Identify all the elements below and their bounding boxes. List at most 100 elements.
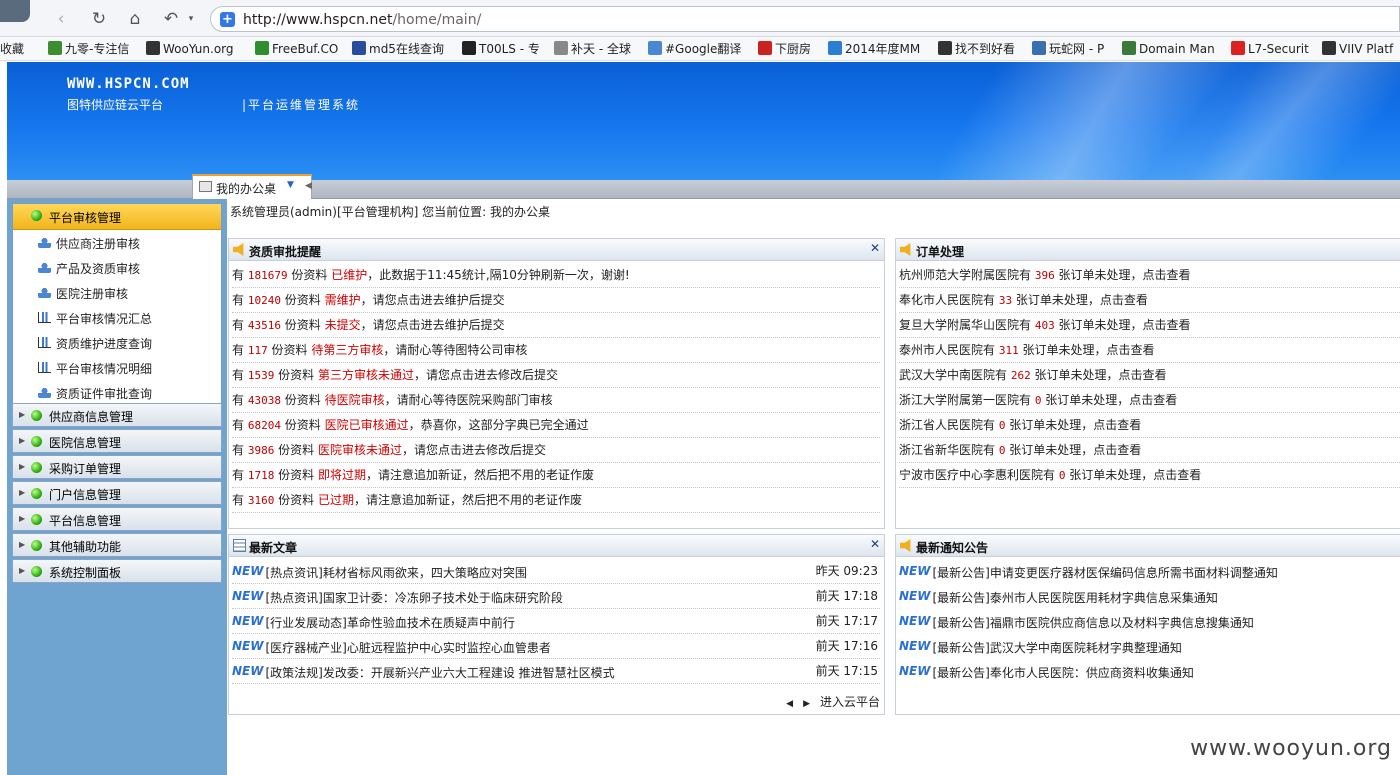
qualification-row[interactable]: 有 68204 份资料 医院已审核通过，恭喜你，这部分字典已完全通过 — [232, 413, 880, 438]
qualification-row[interactable]: 有 117 份资料 待第三方审核，请耐心等待图特公司审核 — [232, 338, 880, 363]
qualification-row[interactable]: 有 10240 份资料 需维护，请您点击进去维护后提交 — [232, 288, 880, 313]
sidebar-group[interactable]: ▶ 采购订单管理 — [12, 455, 222, 479]
order-tail: 张订单未处理，点击查看 — [1054, 318, 1191, 332]
article-panel: 最新文章 ✕ NEW [热点资讯]耗材省标风雨欲来，四大策略应对突围 昨天 09:2… — [228, 534, 885, 715]
sidebar-group[interactable]: ▶ 门户信息管理 — [12, 481, 222, 505]
bookmark-item[interactable]: 下厨房 — [758, 40, 811, 58]
prev-icon[interactable]: ◀ — [786, 699, 793, 709]
bookmark-item[interactable]: md5在线查询 — [352, 40, 444, 58]
notice-row[interactable]: NEW [最新公告]申请变更医疗器材医保编码信息所需书面材料调整通知 — [899, 559, 1400, 584]
tab-dropdown-icon[interactable]: ▼ — [287, 180, 294, 190]
row-status-link[interactable]: 医院审核未通过 — [318, 443, 402, 457]
hospital-name: 浙江省人民医院有 — [899, 418, 999, 432]
address-bar[interactable]: + http://www.hspcn.net/home/main/ — [210, 6, 1400, 32]
order-row[interactable]: 奉化市人民医院有 33 张订单未处理，点击查看 — [899, 288, 1400, 313]
notice-title-link[interactable]: [最新公告]福鼎市医院供应商信息以及材料字典信息搜集通知 — [932, 616, 1253, 630]
home-icon[interactable]: ⌂ — [124, 8, 146, 30]
notice-title-link[interactable]: [最新公告]申请变更医疗器材医保编码信息所需书面材料调整通知 — [932, 566, 1277, 580]
browser-tab-stub[interactable] — [0, 0, 30, 22]
bookmark-item[interactable]: T00LS - 专 — [462, 40, 540, 58]
order-row[interactable]: 浙江大学附属第一医院有 0 张订单未处理，点击查看 — [899, 388, 1400, 413]
bookmark-item[interactable]: 九零-专注信 — [48, 40, 129, 58]
row-tail: ，请您点击进去修改后提交 — [413, 368, 558, 382]
notice-row[interactable]: NEW [最新公告]福鼎市医院供应商信息以及材料字典信息搜集通知 — [899, 609, 1400, 634]
bookmark-item[interactable]: 补天 - 全球 — [554, 40, 631, 58]
article-title-link[interactable]: [医疗器械产业]心脏远程监护中心实时监控心血管患者 — [265, 641, 550, 655]
bookmark-item[interactable]: #Google翻译 — [648, 40, 741, 58]
sidebar-group[interactable]: ▶ 其他辅助功能 — [12, 533, 222, 557]
order-row[interactable]: 浙江省人民医院有 0 张订单未处理，点击查看 — [899, 413, 1400, 438]
sidebar-group[interactable]: ▶ 系统控制面板 — [12, 559, 222, 583]
bookmark-item[interactable]: VIIV Platf — [1322, 40, 1393, 58]
close-icon[interactable]: ✕ — [870, 241, 880, 255]
article-row[interactable]: NEW [医疗器械产业]心脏远程监护中心实时监控心血管患者 前天 17:16 — [232, 634, 880, 659]
row-status-link[interactable]: 待医院审核 — [325, 393, 385, 407]
qualification-row[interactable]: 有 1539 份资料 第三方审核未通过，请您点击进去修改后提交 — [232, 363, 880, 388]
sidebar-item[interactable]: 医院注册审核 — [13, 280, 221, 305]
tab-my-desk[interactable]: 我的办公桌 ▼ ◀ — [192, 174, 312, 199]
sidebar-item[interactable]: 供应商注册审核 — [13, 230, 221, 255]
sidebar-group[interactable]: ▶ 供应商信息管理 — [12, 403, 222, 427]
article-title-link[interactable]: [行业发展动态]革命性验血技术在质疑声中前行 — [265, 616, 514, 630]
bookmark-item[interactable]: FreeBuf.CO — [255, 40, 338, 58]
sidebar-group-audit[interactable]: 平台审核管理 — [13, 204, 221, 230]
notice-title-link[interactable]: [最新公告]奉化市人民医院：供应商资料收集通知 — [932, 666, 1193, 680]
bookmark-item[interactable]: 收藏 — [0, 40, 24, 58]
row-status-link[interactable]: 已维护 — [331, 268, 367, 282]
close-icon[interactable]: ✕ — [870, 537, 880, 551]
sidebar-item[interactable]: 资质证件审批查询 — [13, 380, 221, 405]
tab-scroll-left-icon[interactable]: ◀ — [305, 181, 312, 191]
order-row[interactable]: 复旦大学附属华山医院有 403 张订单未处理，点击查看 — [899, 313, 1400, 338]
article-row[interactable]: NEW [行业发展动态]革命性验血技术在质疑声中前行 前天 17:17 — [232, 609, 880, 634]
qualification-row[interactable]: 有 181679 份资料 已维护，此数据于11:45统计,隔10分钟刷新一次，谢… — [232, 263, 880, 288]
qualification-row[interactable]: 有 1718 份资料 即将过期，请注意追加新证，然后把不用的老证作废 — [232, 463, 880, 488]
article-row[interactable]: NEW [热点资讯]耗材省标风雨欲来，四大策略应对突围 昨天 09:23 — [232, 559, 880, 584]
order-row[interactable]: 宁波市医疗中心李惠利医院有 0 张订单未处理，点击查看 — [899, 463, 1400, 488]
qualification-row[interactable]: 有 43038 份资料 待医院审核，请耐心等待医院采购部门审核 — [232, 388, 880, 413]
bookmark-item[interactable]: Domain Man — [1122, 40, 1215, 58]
row-status-link[interactable]: 未提交 — [325, 318, 361, 332]
notice-row[interactable]: NEW [最新公告]奉化市人民医院：供应商资料收集通知 — [899, 659, 1400, 684]
next-icon[interactable]: ▶ — [803, 699, 810, 709]
order-row[interactable]: 武汉大学中南医院有 262 张订单未处理，点击查看 — [899, 363, 1400, 388]
bookmark-item[interactable]: 玩蛇网 - P — [1032, 40, 1104, 58]
order-row[interactable]: 杭州师范大学附属医院有 396 张订单未处理，点击查看 — [899, 263, 1400, 288]
notice-title-link[interactable]: [最新公告]武汉大学中南医院耗材字典整理通知 — [932, 641, 1181, 655]
sidebar-group[interactable]: ▶ 医院信息管理 — [12, 429, 222, 453]
order-row[interactable]: 浙江省新华医院有 0 张订单未处理，点击查看 — [899, 438, 1400, 463]
back-icon[interactable]: ‹ — [50, 8, 72, 30]
security-plus-icon: + — [220, 12, 235, 27]
order-row[interactable]: 泰州市人民医院有 311 张订单未处理，点击查看 — [899, 338, 1400, 363]
bookmark-item[interactable]: L7-Securit — [1231, 40, 1309, 58]
row-status-link[interactable]: 待第三方审核 — [311, 343, 383, 357]
article-title-link[interactable]: [热点资讯]国家卫计委：冷冻卵子技术处于临床研究阶段 — [265, 591, 562, 605]
row-status-link[interactable]: 即将过期 — [318, 468, 366, 482]
qualification-row[interactable]: 有 43516 份资料 未提交，请您点击进去维护后提交 — [232, 313, 880, 338]
notice-row[interactable]: NEW [最新公告]泰州市人民医院医用耗材字典信息采集通知 — [899, 584, 1400, 609]
sidebar-group[interactable]: ▶ 平台信息管理 — [12, 507, 222, 531]
sidebar-item[interactable]: 平台审核情况汇总 — [13, 305, 221, 330]
notice-title-link[interactable]: [最新公告]泰州市人民医院医用耗材字典信息采集通知 — [932, 591, 1217, 605]
sidebar-item[interactable]: 产品及资质审核 — [13, 255, 221, 280]
enter-platform-link[interactable]: 进入云平台 — [820, 695, 880, 709]
row-status-link[interactable]: 第三方审核未通过 — [318, 368, 414, 382]
undo-icon[interactable]: ↶ — [160, 8, 182, 30]
undo-dropdown-icon[interactable]: ▾ — [180, 8, 202, 30]
article-row[interactable]: NEW [政策法规]发改委：开展新兴产业六大工程建设 推进智慧社区模式 前天 17:… — [232, 659, 880, 684]
article-title-link[interactable]: [政策法规]发改委：开展新兴产业六大工程建设 推进智慧社区模式 — [265, 666, 614, 680]
row-status-link[interactable]: 医院已审核通过 — [325, 418, 409, 432]
bookmark-item[interactable]: 2014年度MM — [828, 40, 920, 58]
article-title-link[interactable]: [热点资讯]耗材省标风雨欲来，四大策略应对突围 — [265, 566, 526, 580]
row-status-link[interactable]: 已过期 — [318, 493, 354, 507]
qualification-row[interactable]: 有 3986 份资料 医院审核未通过，请您点击进去修改后提交 — [232, 438, 880, 463]
sidebar-item[interactable]: 资质维护进度查询 — [13, 330, 221, 355]
notice-row[interactable]: NEW [最新公告]武汉大学中南医院耗材字典整理通知 — [899, 634, 1400, 659]
reload-icon[interactable]: ↻ — [88, 8, 110, 30]
qualification-row[interactable]: 有 3160 份资料 已过期，请注意追加新证，然后把不用的老证作废 — [232, 488, 880, 513]
address-url[interactable]: http://www.hspcn.net/home/main/ — [243, 12, 481, 28]
bookmark-item[interactable]: 找不到好看 — [938, 40, 1015, 58]
row-status-link[interactable]: 需维护 — [325, 293, 361, 307]
sidebar-item[interactable]: 平台审核情况明细 — [13, 355, 221, 380]
bookmark-item[interactable]: WooYun.org — [146, 40, 234, 58]
article-row[interactable]: NEW [热点资讯]国家卫计委：冷冻卵子技术处于临床研究阶段 前天 17:18 — [232, 584, 880, 609]
